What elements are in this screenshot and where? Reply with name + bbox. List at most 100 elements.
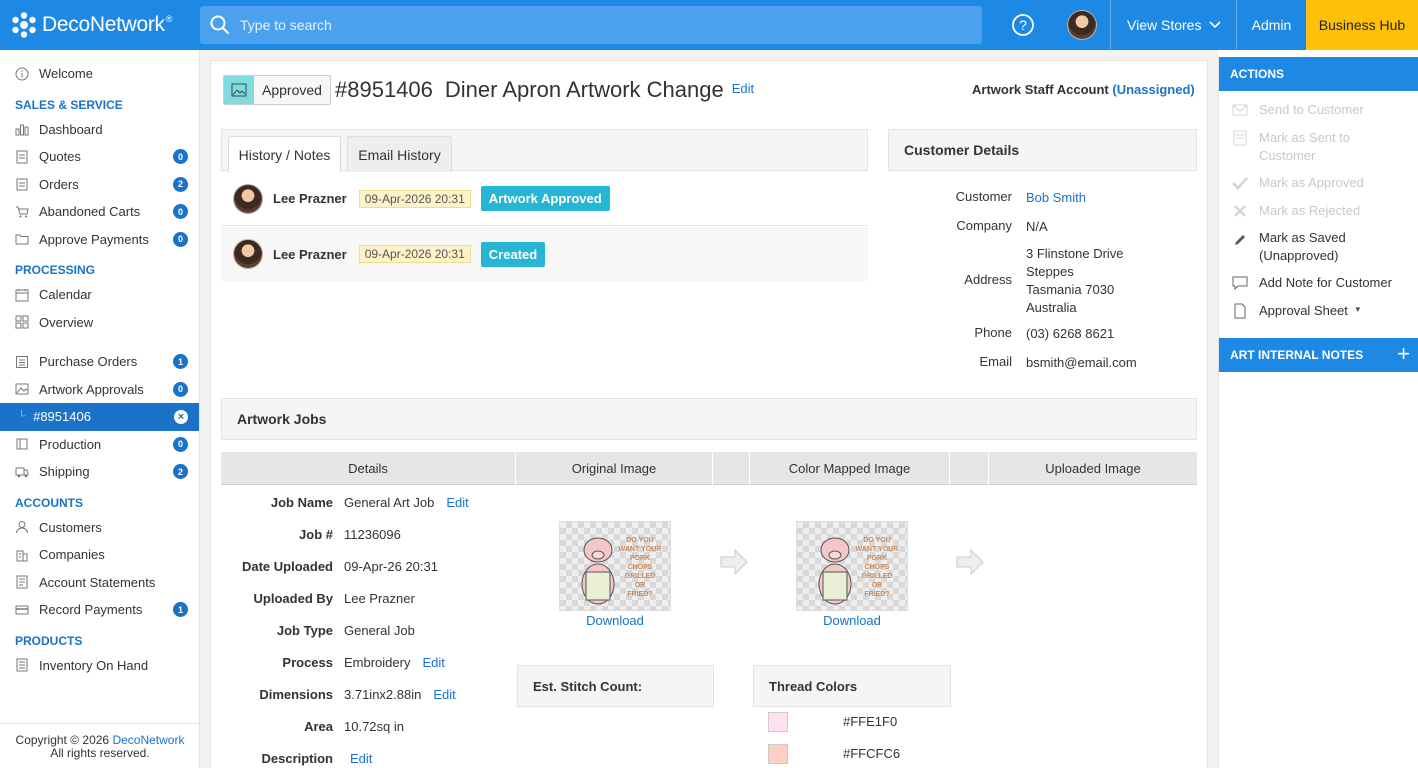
field-value: General Art Job [344, 494, 435, 510]
grid-icon [14, 314, 30, 330]
admin-link[interactable]: Admin [1236, 0, 1306, 50]
logo[interactable]: DecoNetwork ® [0, 0, 200, 50]
approval-sheet-action[interactable]: Approval Sheet ▼ [1219, 302, 1418, 338]
help-icon[interactable]: ? [1011, 13, 1035, 40]
field-label: Job Type [276, 622, 333, 638]
status-badge: Approved [223, 75, 331, 105]
close-icon[interactable]: × [174, 410, 188, 424]
sidebar-item-purchase-orders[interactable]: Purchase Orders 1 [0, 348, 199, 376]
edit-description-link[interactable]: Edit [350, 751, 372, 766]
download-original-link[interactable]: Download [559, 613, 671, 628]
sidebar-item-calendar[interactable]: Calendar [0, 281, 199, 309]
phone-value: (03) 6268 8621 [1026, 326, 1115, 341]
statement-icon [14, 574, 30, 590]
business-hub-label: Business Hub [1318, 17, 1406, 33]
sidebar-item-shipping[interactable]: Shipping 2 [0, 458, 199, 486]
sidebar-item-artwork-approvals[interactable]: Artwork Approvals 0 [0, 376, 199, 404]
artwork-text-line: DO YOU [863, 537, 891, 544]
artwork-card: Approved #8951406 Diner Apron Artwork Ch… [210, 60, 1208, 768]
stitch-count-heading: Est. Stitch Count: [517, 665, 714, 707]
user-avatar[interactable] [1067, 10, 1097, 40]
color-hex: #FFCFC6 [843, 746, 901, 761]
view-stores-label: View Stores [1127, 17, 1202, 33]
color-mapped-image-thumbnail[interactable]: DO YOU WANT YOUR PORK CHOPS GRILLED OR F… [796, 521, 908, 611]
field-label: Process [282, 654, 333, 670]
action-label: Send to Customer [1259, 102, 1364, 117]
artwork-text-line: CHOPS [628, 564, 653, 571]
history-event-tag: Artwork Approved [480, 186, 610, 211]
thread-color-row: #FFCFC6 [753, 738, 951, 768]
artwork-text-line: FRIED? [864, 591, 889, 598]
plus-icon[interactable]: + [1397, 342, 1410, 366]
sidebar-item-label: Quotes [39, 149, 81, 165]
action-label: Mark as Saved (Unapproved) [1259, 230, 1346, 263]
sidebar-item-current-artwork[interactable]: └ #8951406 × [0, 403, 199, 431]
send-to-customer-action[interactable]: Send to Customer [1219, 101, 1418, 129]
sidebar-item-dashboard[interactable]: Dashboard [0, 116, 199, 144]
cart-icon [14, 204, 30, 220]
artwork-text-line: OR [872, 582, 883, 589]
sidebar-item-label: Record Payments [39, 602, 143, 618]
mark-sent-action[interactable]: Mark as Sent to Customer [1219, 129, 1418, 174]
edit-title-link[interactable]: Edit [732, 81, 754, 96]
view-stores-dropdown[interactable]: View Stores [1110, 0, 1236, 50]
column-original-image: Original Image [516, 452, 713, 485]
sidebar-item-account-statements[interactable]: Account Statements [0, 569, 199, 597]
section-sales: SALES & SERVICE [15, 97, 123, 112]
staff-account: Artwork Staff Account (Unassigned) [972, 82, 1207, 97]
edit-dimensions-link[interactable]: Edit [433, 687, 455, 702]
sidebar-item-abandoned-carts[interactable]: Abandoned Carts 0 [0, 198, 199, 226]
caret-down-icon: ▼ [1353, 305, 1362, 314]
mark-approved-action[interactable]: Mark as Approved [1219, 174, 1418, 202]
business-hub-button[interactable]: Business Hub [1306, 0, 1418, 50]
sidebar-item-companies[interactable]: Companies [0, 541, 199, 569]
art-internal-notes-heading: ART INTERNAL NOTES + [1219, 338, 1418, 372]
sidebar-item-inventory[interactable]: Inventory On Hand [0, 652, 199, 680]
edit-process-link[interactable]: Edit [422, 655, 444, 670]
mark-saved-action[interactable]: Mark as Saved (Unapproved) [1219, 229, 1418, 274]
tab-history-notes[interactable]: History / Notes [228, 136, 341, 173]
sidebar-item-label: Account Statements [39, 574, 156, 590]
credit-card-icon [14, 602, 30, 618]
history-user: Lee Prazner [273, 246, 347, 262]
actions-heading-label: ACTIONS [1230, 67, 1284, 81]
description-row: Description Edit [221, 742, 481, 768]
action-label: Add Note for Customer [1259, 275, 1392, 290]
job-number-row: Job # 11236096 [221, 518, 481, 550]
email-label: Email [979, 354, 1012, 369]
artwork-text-line: GRILLED [862, 573, 893, 580]
sidebar-item-record-payments[interactable]: Record Payments 1 [0, 596, 199, 624]
customer-link[interactable]: Bob Smith [1026, 189, 1086, 207]
field-value: Embroidery [344, 654, 411, 670]
sidebar-item-customers[interactable]: Customers [0, 514, 199, 542]
history-user: Lee Prazner [273, 191, 347, 206]
sidebar-item-orders[interactable]: Orders 2 [0, 171, 199, 199]
sidebar-item-quotes[interactable]: Quotes 0 [0, 143, 199, 171]
inventory-icon [14, 657, 30, 673]
copyright-link[interactable]: DecoNetwork [112, 733, 184, 747]
tab-email-history[interactable]: Email History [347, 136, 452, 172]
image-icon [224, 76, 254, 104]
arrow-right-icon [720, 548, 748, 576]
edit-job-name-link[interactable]: Edit [446, 495, 468, 510]
download-color-mapped-link[interactable]: Download [796, 613, 908, 628]
original-image-thumbnail[interactable]: DO YOU WANT YOUR PORK CHOPS GRILLED OR F… [559, 521, 671, 611]
staff-assign-link[interactable]: (Unassigned) [1112, 82, 1194, 97]
search-input[interactable]: Type to search [200, 6, 982, 44]
mark-rejected-action[interactable]: Mark as Rejected [1219, 202, 1418, 229]
sidebar-item-approve-payments[interactable]: Approve Payments 0 [0, 226, 199, 254]
sidebar-item-overview[interactable]: Overview [0, 309, 199, 337]
history-event-tag: Created [480, 241, 546, 267]
count-badge: 0 [173, 204, 188, 219]
sidebar-item-production[interactable]: Production 0 [0, 431, 199, 459]
sidebar-item-welcome[interactable]: Welcome [0, 60, 199, 88]
artwork-jobs-heading: Artwork Jobs [221, 398, 1197, 440]
sidebar-item-label: Artwork Approvals [39, 381, 144, 397]
history-date: 09-Apr-2026 20:31 [358, 245, 471, 263]
color-swatch [768, 744, 788, 764]
column-details: Details [221, 452, 516, 485]
count-badge: 2 [173, 176, 188, 192]
action-label: Mark as Sent to Customer [1259, 130, 1351, 163]
area-row: Area 10.72sq in [221, 710, 481, 742]
add-note-action[interactable]: Add Note for Customer [1219, 274, 1418, 302]
